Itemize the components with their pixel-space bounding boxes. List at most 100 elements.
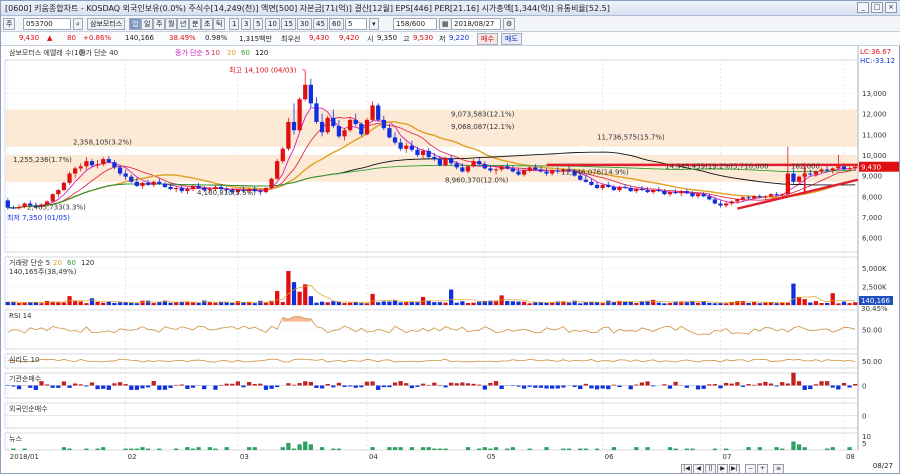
minute-select[interactable]: 5 <box>345 18 367 30</box>
volume-bar <box>174 302 179 305</box>
count-field[interactable]: 158/600 <box>393 18 437 30</box>
candle-body <box>488 168 493 171</box>
inst-bar <box>168 385 173 388</box>
volume-bar <box>471 302 476 305</box>
news-bar <box>796 444 802 450</box>
inst-bar <box>123 384 128 386</box>
inst-bar <box>56 385 61 388</box>
candle-body <box>280 148 285 162</box>
interval-year[interactable]: 년 <box>177 18 190 30</box>
minute-45[interactable]: 45 <box>313 18 328 30</box>
inst-bar <box>550 385 555 389</box>
volume-bar <box>667 302 673 305</box>
maximize-button[interactable]: □ <box>871 2 883 13</box>
minute-3[interactable]: 3 <box>241 18 252 30</box>
news-bar <box>578 448 583 450</box>
inst-bar <box>443 385 448 388</box>
inst-bar <box>712 384 718 386</box>
news-bar <box>426 447 431 450</box>
buy-button[interactable]: 매수 <box>477 33 498 45</box>
volume-bar <box>252 303 257 305</box>
inst-bar <box>533 385 538 388</box>
candle-body <box>651 190 656 193</box>
interval-day[interactable]: 일 <box>141 18 154 30</box>
inst-bar <box>258 383 263 386</box>
inst-bar <box>275 385 280 388</box>
toolbar: 주 053700 ⌕ 삼보모터스 업 일 주 월 년 분 초 틱 1 3 5 1… <box>1 16 900 32</box>
volume-bar <box>583 302 588 305</box>
settings-icon[interactable]: ⚙ <box>503 18 516 30</box>
volume-bar <box>347 302 353 305</box>
volume-bar <box>106 301 111 305</box>
interval-second[interactable]: 초 <box>201 18 214 30</box>
inst-bar <box>263 385 269 390</box>
minute-60[interactable]: 60 <box>329 18 344 30</box>
volume-bar <box>718 303 723 305</box>
scroll-next-button[interactable]: ▶ <box>717 464 728 474</box>
inst-bar <box>527 385 532 387</box>
minute-15[interactable]: 15 <box>281 18 296 30</box>
interval-minute[interactable]: 분 <box>189 18 202 30</box>
inst-bar <box>819 381 824 386</box>
minute-10[interactable]: 10 <box>265 18 280 30</box>
inst-bar <box>252 384 257 386</box>
news-bar <box>505 448 510 450</box>
inst-bar <box>179 384 184 386</box>
candle-body <box>628 188 633 192</box>
interval-week[interactable]: 주 <box>153 18 166 30</box>
volume-bar <box>415 302 420 305</box>
inst-bar <box>667 385 673 389</box>
minute-1[interactable]: 1 <box>229 18 240 30</box>
volume-profile-label: 5,710,000 <box>733 162 769 170</box>
sell-button[interactable]: 매도 <box>501 33 522 45</box>
inst-bar <box>314 385 319 388</box>
scroll-prev-button[interactable]: ◀ <box>693 464 704 474</box>
volume-bar <box>510 301 516 305</box>
volume-bar <box>460 301 465 305</box>
volume-bar <box>808 302 813 305</box>
list-button[interactable]: ≡ <box>773 464 784 474</box>
minute-5[interactable]: 5 <box>253 18 264 30</box>
volume-bar <box>258 300 263 305</box>
stock-code-input[interactable]: 053700 <box>23 18 71 30</box>
date-field[interactable]: 2018/08/27 <box>451 18 501 30</box>
scroll-last-button[interactable]: ▶| <box>729 464 740 474</box>
candle-body <box>656 190 661 192</box>
volume-legend-ma60: 60 <box>67 259 76 267</box>
volume-bar <box>454 302 459 305</box>
interval-month[interactable]: 월 <box>165 18 178 30</box>
scroll-first-button[interactable]: |◀ <box>681 464 692 474</box>
inst-bar <box>836 385 841 390</box>
volume-bar <box>202 300 207 305</box>
pause-button[interactable]: || <box>705 464 716 474</box>
period-button[interactable]: 주 <box>3 18 16 30</box>
volume-bar <box>841 301 847 305</box>
calendar-icon[interactable]: ▦ <box>439 18 452 30</box>
candle-body <box>482 164 487 169</box>
volume-profile-label: 1,255,236(1.7%) <box>13 156 72 164</box>
candle-body <box>50 194 55 202</box>
candle-body <box>695 194 701 197</box>
dropdown-icon[interactable]: ▾ <box>369 18 379 30</box>
minimize-button[interactable]: _ <box>857 2 869 13</box>
candle-body <box>420 150 426 155</box>
interval-tick[interactable]: 틱 <box>213 18 226 30</box>
candle-body <box>763 196 768 198</box>
chart-area[interactable]: 2018/01 02 03 04 05 06 07 086,0007,0008,0009,00… <box>1 46 900 464</box>
stock-name-label[interactable]: 삼보모터스 <box>87 18 126 30</box>
inst-bar <box>589 385 594 389</box>
zoom-out-button[interactable]: − <box>745 464 756 474</box>
candle-body <box>830 168 835 171</box>
inst-bar <box>499 385 504 389</box>
minute-30[interactable]: 30 <box>297 18 312 30</box>
price-tick-label: 13,000 <box>862 90 887 98</box>
candle-body <box>555 170 560 172</box>
candle-body <box>409 145 414 150</box>
zoom-in-button[interactable]: + <box>757 464 768 474</box>
search-icon[interactable]: ⌕ <box>73 18 83 30</box>
volume-bar <box>168 302 173 305</box>
inst-bar <box>246 382 252 386</box>
candle-body <box>847 168 852 170</box>
news-bar <box>420 447 426 450</box>
close-button[interactable]: × <box>885 2 897 13</box>
